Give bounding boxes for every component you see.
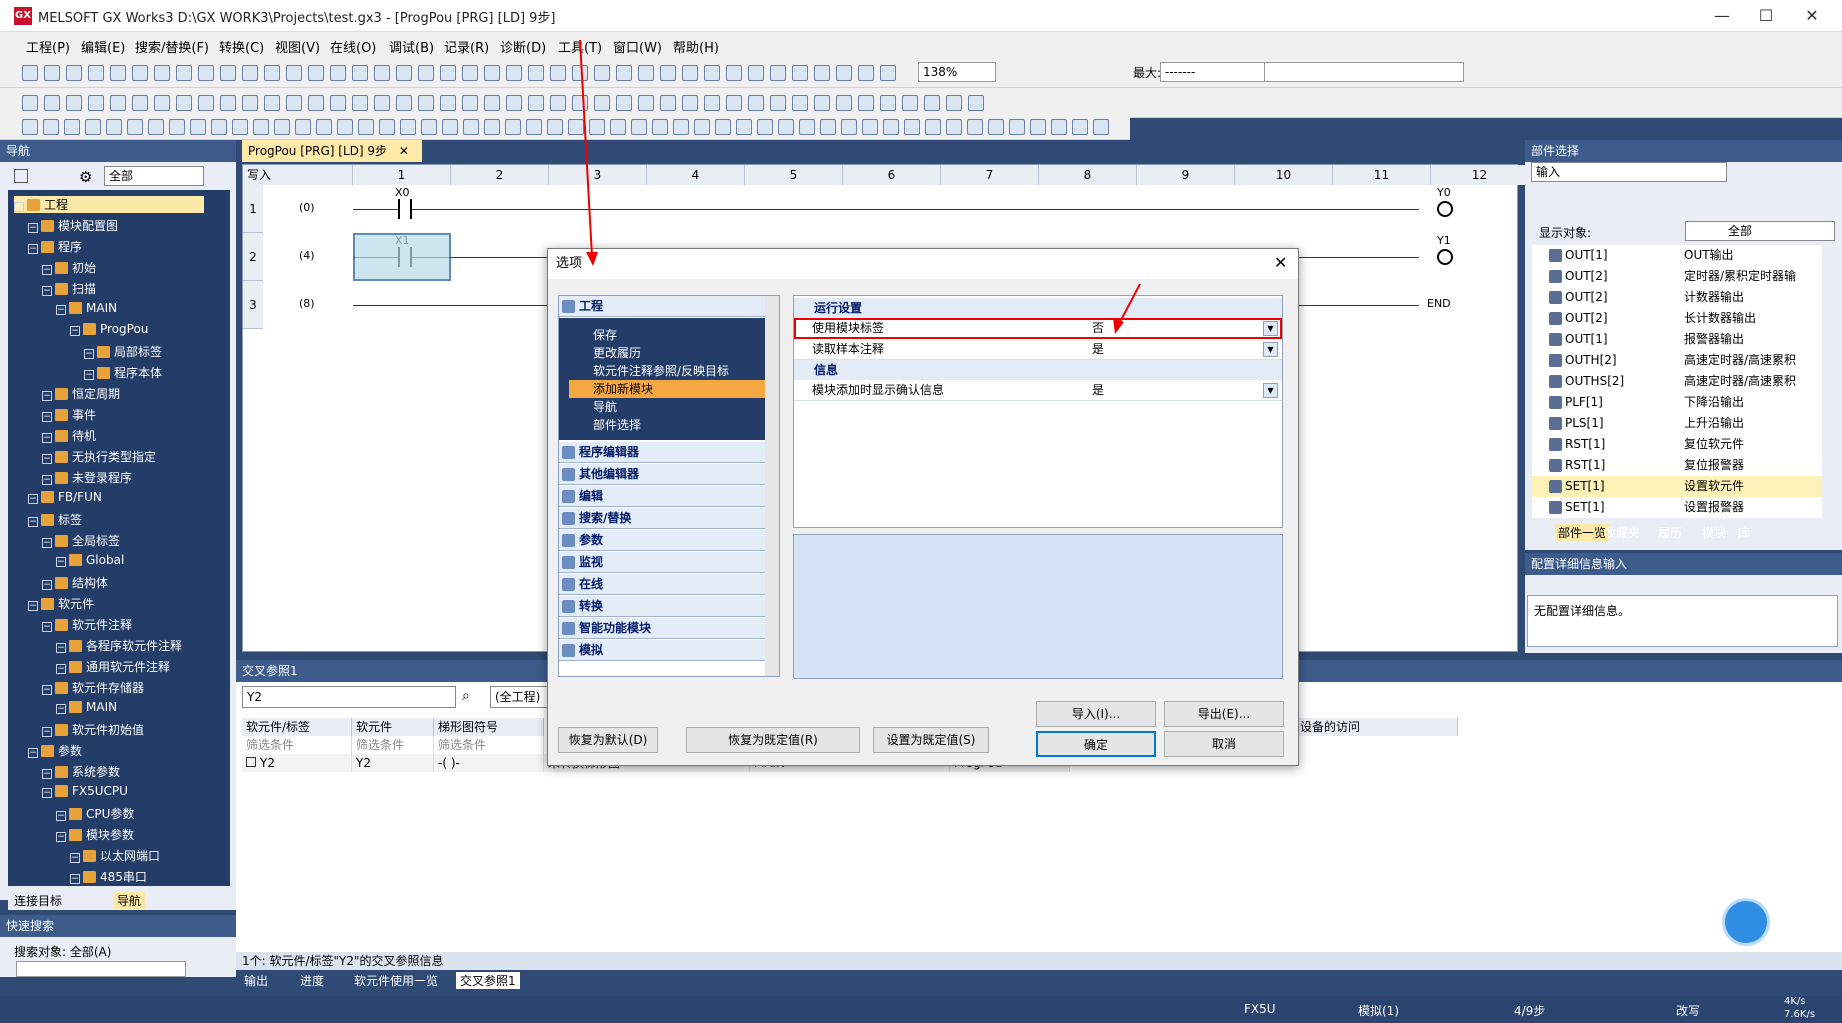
arrow-line (579, 39, 593, 257)
arrow-line (1119, 283, 1141, 323)
arrow-head (586, 252, 598, 266)
annotation-arrows (579, 39, 1141, 334)
arrow-head (1113, 318, 1124, 334)
